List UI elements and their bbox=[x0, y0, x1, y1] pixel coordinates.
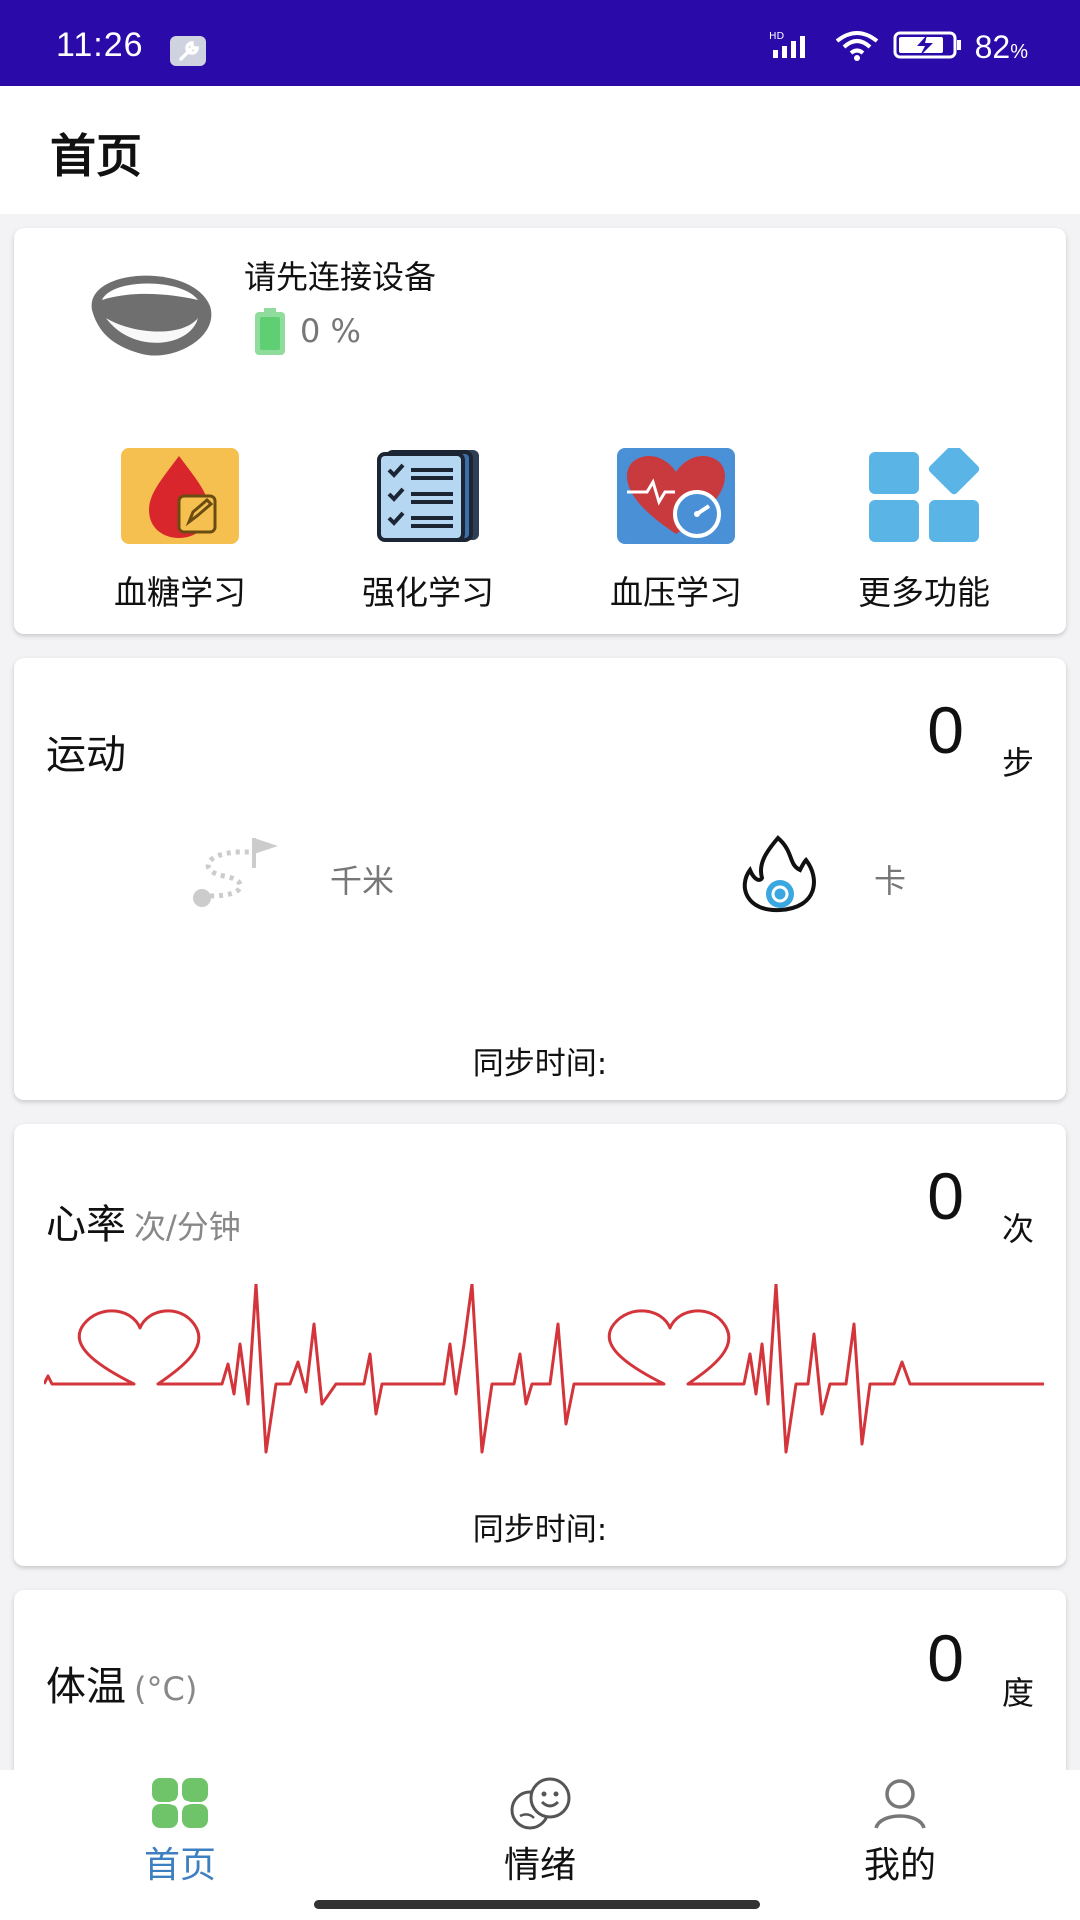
tab-profile[interactable]: 我的 bbox=[800, 1776, 1000, 1888]
more-functions-button[interactable]: 更多功能 bbox=[824, 443, 1024, 614]
tab-mood[interactable]: 情绪 bbox=[440, 1776, 640, 1888]
heartbeat-wave-icon bbox=[42, 1282, 1044, 1478]
temperature-card[interactable]: 体温 (°C) 0 度 bbox=[14, 1590, 1066, 1790]
calorie-unit: 卡 bbox=[874, 862, 907, 900]
function-label: 更多功能 bbox=[858, 573, 990, 612]
step-unit: 步 bbox=[1001, 744, 1034, 782]
device-card: 请先连接设备 0 % 血糖学习 强化学习 血压学习 更多功能 bbox=[14, 228, 1066, 634]
function-label: 血压学习 bbox=[610, 573, 742, 612]
device-status-text: 请先连接设备 bbox=[244, 258, 437, 296]
signal-icon: HD bbox=[769, 30, 821, 64]
heart-rate-subunit: 次/分钟 bbox=[134, 1208, 241, 1246]
home-indicator[interactable] bbox=[314, 1900, 760, 1909]
tab-mood-label: 情绪 bbox=[503, 1845, 576, 1886]
heart-rate-title: 心率 次/分钟 bbox=[46, 1202, 241, 1248]
smart-band-icon[interactable] bbox=[72, 258, 222, 372]
heart-rate-value: 0 bbox=[927, 1159, 964, 1233]
sport-title: 运动 bbox=[46, 732, 126, 778]
flame-calorie-icon bbox=[736, 834, 822, 918]
sync-time-label: 同步时间: bbox=[472, 1046, 608, 1082]
blood-sugar-learning-button[interactable]: 血糖学习 bbox=[80, 448, 280, 614]
checklist-docs-icon bbox=[369, 448, 487, 544]
app-header: 首页 bbox=[0, 86, 1080, 214]
battery-charging-icon bbox=[893, 30, 963, 64]
tab-home-label: 首页 bbox=[143, 1845, 216, 1886]
function-label: 血糖学习 bbox=[114, 573, 246, 612]
wifi-icon bbox=[833, 29, 881, 65]
bottom-navigation: 首页 情绪 我的 bbox=[0, 1770, 1080, 1920]
mood-faces-icon bbox=[504, 1777, 576, 1834]
blood-pressure-learning-button[interactable]: 血压学习 bbox=[576, 448, 776, 614]
device-battery-percent: 0 % bbox=[300, 312, 361, 350]
device-battery-icon bbox=[254, 308, 286, 360]
heart-gauge-icon bbox=[617, 448, 735, 544]
temperature-value: 0 bbox=[927, 1621, 964, 1695]
tab-profile-label: 我的 bbox=[863, 1845, 936, 1886]
status-bar: 11:26 HD 82% bbox=[0, 0, 1080, 86]
function-label: 强化学习 bbox=[362, 573, 494, 612]
sport-card[interactable]: 运动 0 步 千米 卡 同步时间: bbox=[14, 658, 1066, 1100]
svg-text:HD: HD bbox=[769, 31, 785, 42]
heart-rate-card[interactable]: 心率 次/分钟 0 次 同步时间: bbox=[14, 1124, 1066, 1566]
home-clover-icon bbox=[148, 1778, 212, 1834]
tab-home[interactable]: 首页 bbox=[80, 1776, 280, 1888]
intensive-learning-button[interactable]: 强化学习 bbox=[328, 448, 528, 614]
heart-rate-unit: 次 bbox=[1001, 1210, 1034, 1248]
blood-drop-edit-icon bbox=[121, 448, 239, 544]
wrench-icon bbox=[170, 36, 206, 66]
route-flag-icon bbox=[188, 834, 288, 918]
status-time: 11:26 bbox=[56, 26, 144, 64]
step-count: 0 bbox=[927, 693, 964, 767]
distance-unit: 千米 bbox=[330, 862, 395, 900]
temperature-subunit: (°C) bbox=[134, 1670, 198, 1708]
temperature-unit: 度 bbox=[1001, 1674, 1034, 1712]
person-icon bbox=[872, 1779, 928, 1834]
sync-time-label: 同步时间: bbox=[472, 1512, 608, 1548]
grid-apps-icon bbox=[865, 443, 983, 544]
temperature-title: 体温 (°C) bbox=[46, 1664, 198, 1710]
battery-percent: 82% bbox=[974, 28, 1028, 65]
page-title: 首页 bbox=[50, 129, 142, 183]
